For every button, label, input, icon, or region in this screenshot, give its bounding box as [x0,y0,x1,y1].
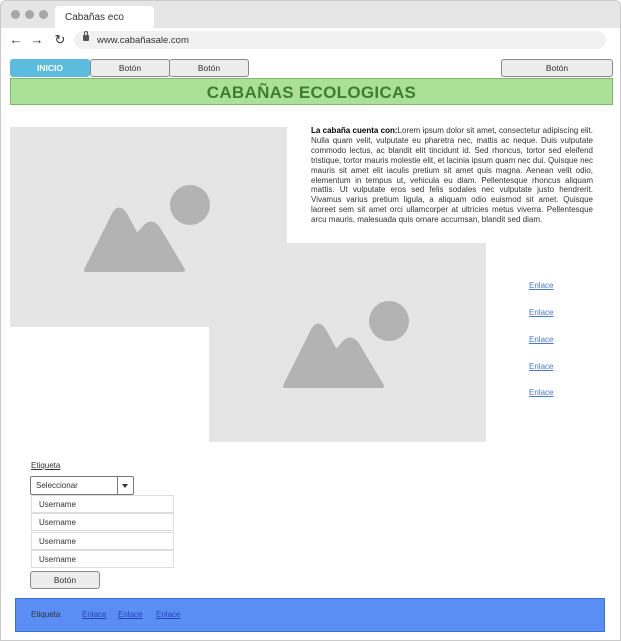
select-dropdown[interactable]: Seleccionar [30,476,134,495]
browser-tab[interactable]: Cabañas eco [55,6,154,28]
list-item[interactable]: Username [31,550,174,568]
list-item[interactable]: Username [31,532,174,550]
select-value: Seleccionar [36,481,78,490]
list-item[interactable]: Username [31,513,174,531]
forward-arrow-icon[interactable]: → [30,33,44,47]
image-placeholder-icon [283,301,409,388]
list-item-label: Username [39,537,76,546]
url-field[interactable]: www.cabañasale.com [74,31,606,49]
image-placeholder-2 [209,243,486,442]
side-link-4[interactable]: Enlace [529,362,553,371]
page-banner-title: CABAÑAS ECOLOGICAS [10,78,613,105]
side-link-1[interactable]: Enlace [529,281,553,290]
list-item[interactable]: Username [31,495,174,513]
footer-link-3[interactable]: Enlace [156,610,180,619]
url-text: www.cabañasale.com [97,35,189,46]
list-item-label: Username [39,555,76,564]
list-item-label: Username [39,518,76,527]
lock-icon [83,31,89,41]
side-link-2[interactable]: Enlace [529,308,553,317]
chevron-down-icon[interactable] [117,477,133,494]
nav-home-button[interactable]: INICIO [10,59,90,77]
form-submit-button[interactable]: Botón [30,571,100,589]
nav-button-right[interactable]: Botón [501,59,613,77]
nav-button-2[interactable]: Botón [169,59,249,77]
form-label: Etiqueta [31,461,61,470]
nav-button-1[interactable]: Botón [90,59,170,77]
close-window-icon[interactable] [11,10,20,19]
maximize-window-icon[interactable] [39,10,48,19]
minimize-window-icon[interactable] [25,10,34,19]
tab-title: Cabañas eco [65,12,124,23]
footer-bar: Etiqueta Enlace Enlace Enlace [15,598,605,632]
side-link-3[interactable]: Enlace [529,335,553,344]
description-lead: La cabaña cuenta con: [311,126,398,135]
description-body: Lorem ipsum dolor sit amet, consectetur … [311,126,593,225]
address-bar: ← → ↻ www.cabañasale.com [1,28,620,54]
footer-label: Etiqueta [31,610,61,619]
title-bar: Cabañas eco [1,1,620,28]
footer-link-2[interactable]: Enlace [118,610,142,619]
list-item-label: Username [39,500,76,509]
browser-window: Cabañas eco ← → ↻ www.cabañasale.com INI… [0,0,621,641]
back-arrow-icon[interactable]: ← [9,33,23,47]
reload-icon[interactable]: ↻ [53,33,67,47]
description-paragraph: La cabaña cuenta con:Lorem ipsum dolor s… [311,126,593,225]
side-link-5[interactable]: Enlace [529,388,553,397]
footer-link-1[interactable]: Enlace [82,610,106,619]
